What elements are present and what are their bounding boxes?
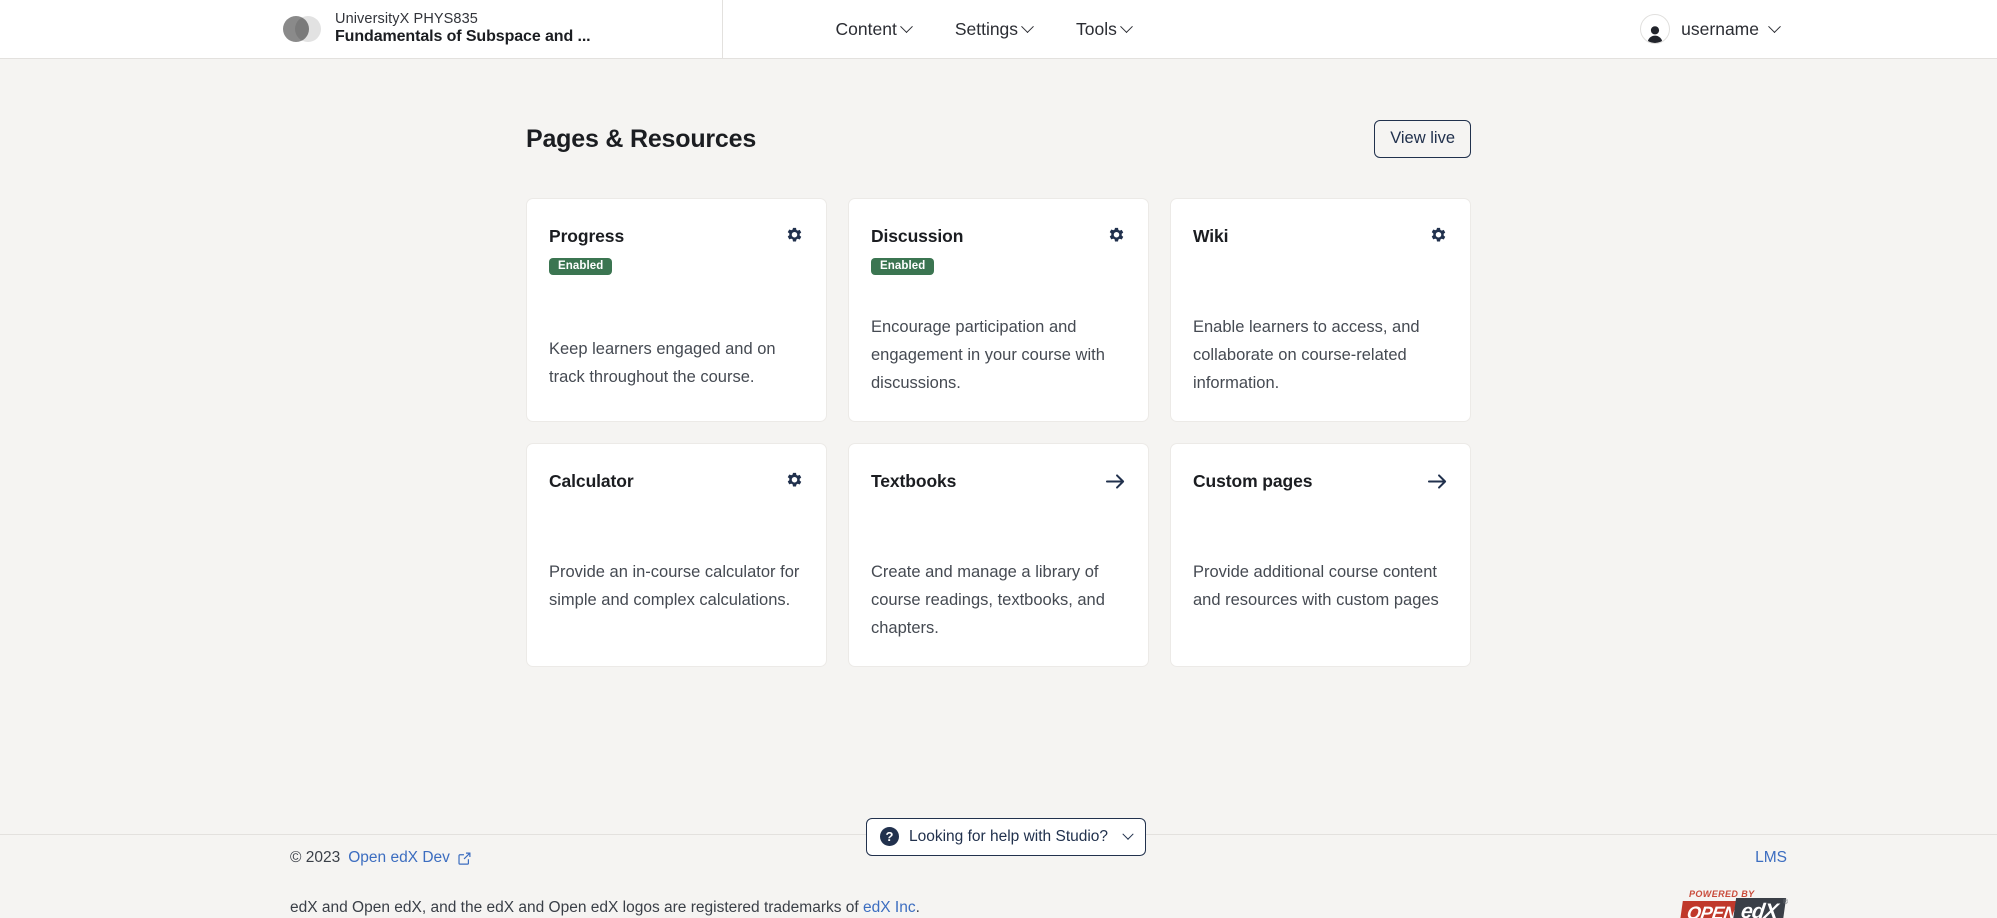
page-body: Pages & Resources View live Progress Ena… xyxy=(0,59,1997,918)
trademark-prefix: edX and Open edX, and the edX and Open e… xyxy=(290,899,863,916)
copyright-text: © 2023 xyxy=(290,849,340,867)
resource-card-wiki[interactable]: Wiki Enable learners to access, and coll… xyxy=(1170,198,1471,422)
resource-card-progress[interactable]: Progress Enabled Keep learners engaged a… xyxy=(526,198,827,422)
powered-by-open-edx-logo: POWERED BY OPEN edX ® xyxy=(1677,889,1787,918)
chevron-down-icon xyxy=(1120,20,1133,33)
resource-card-discussion[interactable]: Discussion Enabled Encourage participati… xyxy=(848,198,1149,422)
nav-item-settings[interactable]: Settings xyxy=(955,19,1032,40)
edx-inc-link[interactable]: edX Inc xyxy=(863,899,916,916)
view-live-button[interactable]: View live xyxy=(1374,120,1471,158)
app-header: UniversityX PHYS835 Fundamentals of Subs… xyxy=(0,0,1997,59)
gear-icon[interactable] xyxy=(785,226,804,246)
chevron-down-icon xyxy=(1021,20,1034,33)
logo-edx-block: edX xyxy=(1732,898,1786,918)
card-title: Progress xyxy=(549,226,624,247)
card-title: Discussion xyxy=(871,226,963,247)
username-label: username xyxy=(1681,19,1759,40)
help-toggle-button[interactable]: ? Looking for help with Studio? xyxy=(866,818,1146,856)
chevron-down-icon xyxy=(900,20,913,33)
card-header: Discussion Enabled xyxy=(871,226,1126,275)
resource-card-textbooks[interactable]: Textbooks Create and manage a library of… xyxy=(848,443,1149,667)
external-link-icon[interactable] xyxy=(458,852,471,865)
course-title: Fundamentals of Subspace and ... xyxy=(335,28,591,46)
help-label: Looking for help with Studio? xyxy=(909,828,1108,846)
lms-link[interactable]: LMS xyxy=(1755,849,1787,867)
card-description: Encourage participation and engagement i… xyxy=(871,313,1128,397)
main-nav: Content Settings Tools xyxy=(836,19,1131,40)
card-description: Provide an in-course calculator for simp… xyxy=(549,558,806,614)
card-header: Calculator xyxy=(549,471,804,492)
brand-text: UniversityX PHYS835 Fundamentals of Subs… xyxy=(335,11,591,46)
copyright-row: © 2023 Open edX Dev xyxy=(290,849,471,867)
card-header: Custom pages xyxy=(1193,471,1448,492)
nav-item-label: Tools xyxy=(1076,19,1117,40)
user-menu[interactable]: username xyxy=(1640,14,1779,44)
logo-registered-mark: ® xyxy=(1783,899,1788,906)
nav-item-label: Settings xyxy=(955,19,1018,40)
card-description: Enable learners to access, and collabora… xyxy=(1193,313,1450,397)
status-badge: Enabled xyxy=(549,258,612,275)
card-description: Create and manage a library of course re… xyxy=(871,558,1128,642)
card-description: Keep learners engaged and on track throu… xyxy=(549,335,806,391)
card-title: Custom pages xyxy=(1193,471,1312,492)
trademark-suffix: . xyxy=(916,899,920,916)
two-circles-logo-icon xyxy=(283,16,321,42)
card-title: Calculator xyxy=(549,471,634,492)
nav-item-label: Content xyxy=(836,19,897,40)
open-edx-dev-link[interactable]: Open edX Dev xyxy=(348,849,450,867)
card-title: Textbooks xyxy=(871,471,956,492)
trademark-text: edX and Open edX, and the edX and Open e… xyxy=(290,899,920,917)
page-title: Pages & Resources xyxy=(526,125,756,154)
avatar xyxy=(1640,14,1670,44)
arrow-right-icon[interactable] xyxy=(1427,471,1448,491)
card-description: Provide additional course content and re… xyxy=(1193,558,1450,614)
gear-icon[interactable] xyxy=(1429,226,1448,246)
card-title: Wiki xyxy=(1193,226,1228,247)
chevron-down-icon xyxy=(1768,20,1781,33)
resource-card-custom-pages[interactable]: Custom pages Provide additional course c… xyxy=(1170,443,1471,667)
brand-block[interactable]: UniversityX PHYS835 Fundamentals of Subs… xyxy=(283,11,591,46)
gear-icon[interactable] xyxy=(1107,226,1126,246)
card-header: Textbooks xyxy=(871,471,1126,492)
nav-item-content[interactable]: Content xyxy=(836,19,911,40)
header-divider xyxy=(722,0,723,59)
page-title-row: Pages & Resources View live xyxy=(526,59,1471,171)
card-header: Progress Enabled xyxy=(549,226,804,275)
nav-item-tools[interactable]: Tools xyxy=(1076,19,1131,40)
gear-icon[interactable] xyxy=(785,471,804,491)
resource-card-grid: Progress Enabled Keep learners engaged a… xyxy=(526,198,1471,667)
course-org: UniversityX PHYS835 xyxy=(335,11,591,28)
status-badge: Enabled xyxy=(871,258,934,275)
card-header: Wiki xyxy=(1193,226,1448,247)
chevron-down-icon xyxy=(1122,828,1133,839)
arrow-right-icon[interactable] xyxy=(1105,471,1126,491)
question-mark-icon: ? xyxy=(880,827,899,846)
resource-card-calculator[interactable]: Calculator Provide an in-course calculat… xyxy=(526,443,827,667)
